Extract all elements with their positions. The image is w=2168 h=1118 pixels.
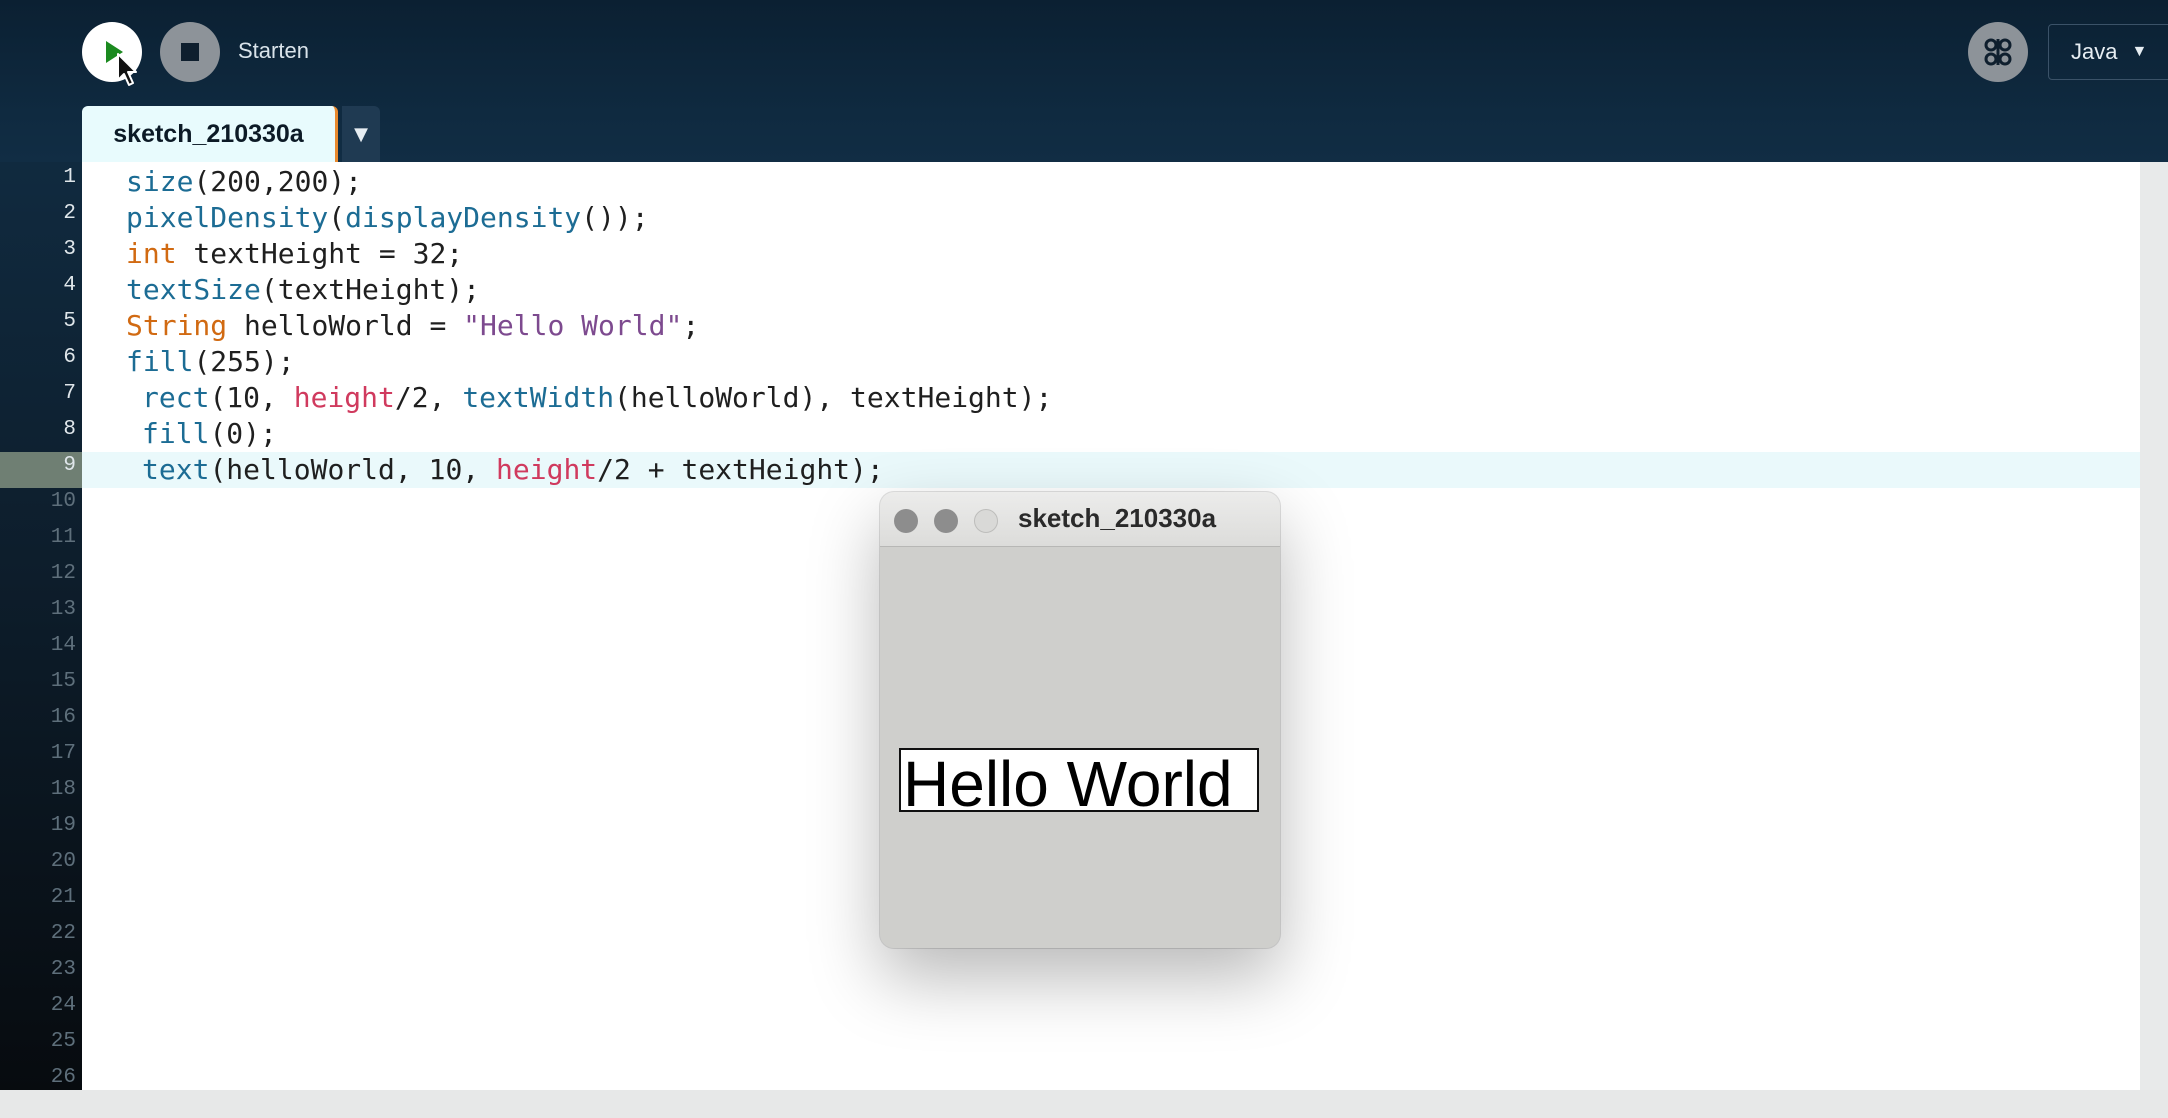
- line-number: 16: [50, 706, 76, 729]
- line-number: 26: [50, 1066, 76, 1089]
- code-line: String helloWorld = "Hello World";: [126, 308, 699, 344]
- console-divider[interactable]: [0, 1090, 2168, 1118]
- code-token: height: [496, 453, 598, 486]
- code-token: (255);: [193, 345, 295, 378]
- code-token: fill: [126, 345, 194, 378]
- sketch-window[interactable]: sketch_210330a Hello World: [880, 492, 1280, 948]
- code-token: (helloWorld, 10,: [209, 453, 497, 486]
- stop-button[interactable]: [160, 22, 220, 82]
- code-token: (: [328, 201, 346, 234]
- minimize-window-button[interactable]: [934, 509, 958, 533]
- code-token: fill: [142, 417, 210, 450]
- code-token: textWidth: [462, 381, 615, 414]
- close-window-button[interactable]: [894, 509, 918, 533]
- line-number: 24: [50, 994, 76, 1017]
- line-number: 23: [50, 958, 76, 981]
- sketch-text: Hello World: [903, 748, 1233, 812]
- line-number: 19: [50, 814, 76, 837]
- line-number: 20: [50, 850, 76, 873]
- line-number: 6: [63, 346, 76, 369]
- line-number: 4: [63, 274, 76, 297]
- code-token: textSize: [126, 273, 261, 306]
- code-token: int: [126, 237, 177, 270]
- sketch-window-title: sketch_210330a: [1018, 503, 1217, 533]
- line-numbers: 1 2 3 4 5 6 7 8 9 10 11 12 13 14 15 16 1…: [0, 162, 82, 1090]
- chevron-down-icon: ▼: [354, 123, 368, 145]
- code-line: size(200,200);: [126, 164, 362, 200]
- tab-label: sketch_210330a: [113, 119, 304, 148]
- line-number: 15: [50, 670, 76, 693]
- line-number: 21: [50, 886, 76, 909]
- line-number: 18: [50, 778, 76, 801]
- code-token: "Hello World": [463, 309, 683, 342]
- debug-button[interactable]: [1968, 22, 2028, 82]
- line-number: 14: [50, 634, 76, 657]
- code-line: text(helloWorld, 10, height/2 + textHeig…: [142, 452, 884, 488]
- code-token: ;: [682, 309, 700, 342]
- code-token: rect: [142, 381, 210, 414]
- code-token: /2,: [394, 381, 463, 414]
- code-line: textSize(textHeight);: [126, 272, 480, 308]
- status-text: Starten: [238, 38, 309, 63]
- code-token: (0);: [209, 417, 277, 450]
- line-number: 12: [50, 562, 76, 585]
- line-number: 7: [63, 382, 76, 405]
- sketch-window-titlebar[interactable]: sketch_210330a: [880, 492, 1280, 547]
- tab-menu-button[interactable]: ▼: [342, 106, 380, 162]
- code-line: fill(0);: [142, 416, 277, 452]
- code-token: helloWorld =: [227, 309, 464, 342]
- line-number: 13: [50, 598, 76, 621]
- mode-label: Java: [2071, 39, 2118, 64]
- line-number: 8: [63, 418, 76, 441]
- code-token: (10,: [209, 381, 294, 414]
- line-number: 22: [50, 922, 76, 945]
- editor-scrollbar[interactable]: [2140, 162, 2168, 1090]
- stop-icon: [181, 43, 199, 61]
- zoom-window-button[interactable]: [974, 509, 998, 533]
- code-token: text: [142, 453, 210, 486]
- line-number: 11: [50, 526, 76, 549]
- line-number: 5: [63, 310, 76, 333]
- butterfly-icon: [1984, 38, 2012, 66]
- sketch-rect: Hello World: [899, 748, 1259, 812]
- code-line: rect(10, height/2, textWidth(helloWorld)…: [142, 380, 1052, 416]
- code-token: /2 + textHeight);: [597, 453, 884, 486]
- line-number: 17: [50, 742, 76, 765]
- tab-sketch[interactable]: sketch_210330a: [82, 106, 338, 162]
- code-token: height: [293, 381, 395, 414]
- code-token: textHeight = 32;: [176, 237, 464, 270]
- line-number: 25: [50, 1030, 76, 1053]
- mode-selector[interactable]: Java ▼: [2048, 24, 2168, 80]
- mouse-cursor-icon: [117, 53, 137, 86]
- code-token: (helloWorld), textHeight);: [614, 381, 1053, 414]
- line-number: 3: [63, 238, 76, 261]
- code-token: size: [126, 165, 194, 198]
- code-token: pixelDensity: [126, 201, 329, 234]
- line-number: 2: [63, 202, 76, 225]
- code-token: displayDensity: [345, 201, 582, 234]
- line-number: 1: [63, 166, 76, 189]
- line-number: 9: [63, 454, 76, 477]
- code-line: fill(255);: [126, 344, 295, 380]
- code-token: String: [126, 309, 228, 342]
- code-token: (textHeight);: [260, 273, 481, 306]
- code-token: ());: [581, 201, 649, 234]
- code-token: (200,200);: [193, 165, 363, 198]
- line-number: 10: [50, 490, 76, 513]
- chevron-down-icon: ▼: [2131, 43, 2148, 60]
- code-line: int textHeight = 32;: [126, 236, 463, 272]
- code-line: pixelDensity(displayDensity());: [126, 200, 649, 236]
